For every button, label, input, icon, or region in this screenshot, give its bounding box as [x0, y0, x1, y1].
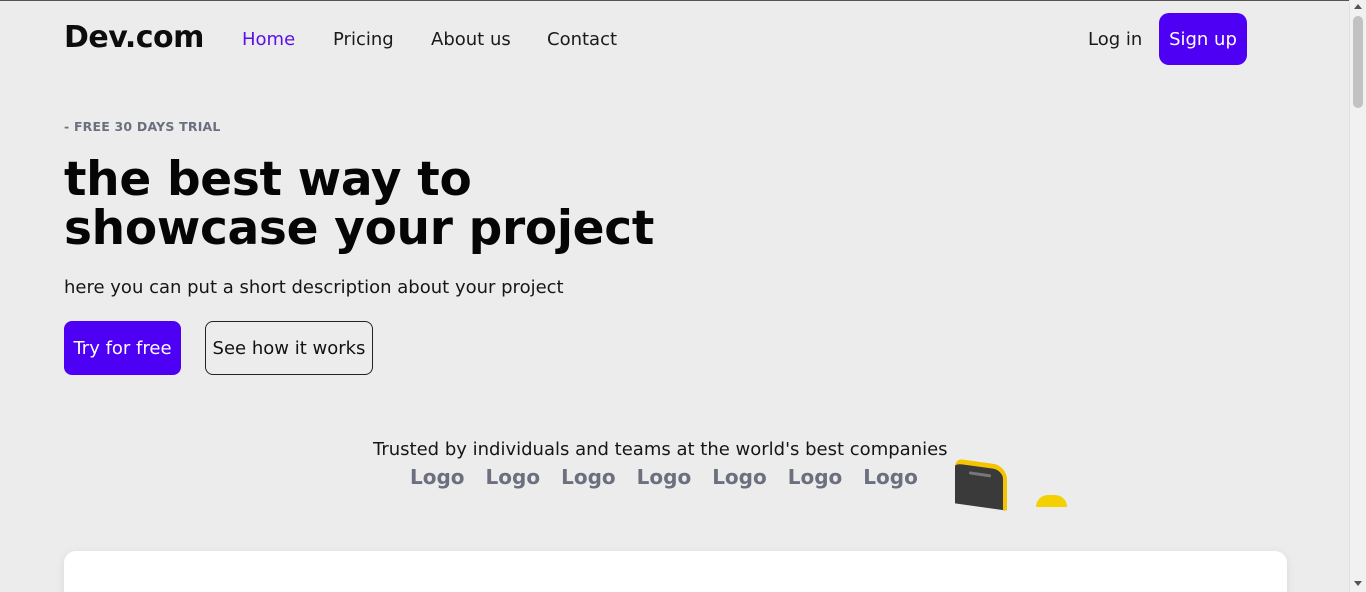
brand-logo[interactable]: Dev.com: [64, 20, 204, 55]
login-link[interactable]: Log in: [1088, 29, 1142, 50]
try-free-button[interactable]: Try for free: [64, 321, 181, 375]
nav-pricing-link[interactable]: Pricing: [333, 29, 394, 50]
see-how-it-works-button[interactable]: See how it works: [205, 321, 373, 375]
trusted-by-text: Trusted by individuals and teams at the …: [373, 439, 948, 460]
top-border: [0, 0, 1366, 1]
hero-eyebrow: - FREE 30 DAYS TRIAL: [64, 119, 221, 134]
company-logo: Logo: [636, 465, 692, 489]
company-logo: Logo: [863, 465, 918, 489]
phone-illustration-icon: [955, 458, 1007, 511]
signup-button[interactable]: Sign up: [1159, 13, 1247, 65]
company-logo: Logo: [561, 465, 616, 489]
scroll-down-arrow-icon[interactable]: [1354, 581, 1362, 586]
content-card: [64, 551, 1287, 592]
nav-about-link[interactable]: About us: [431, 29, 511, 50]
hero-description: here you can put a short description abo…: [64, 277, 564, 298]
company-logo: Logo: [787, 465, 843, 489]
nav-home-link[interactable]: Home: [242, 29, 295, 50]
company-logo: Logo: [410, 465, 465, 489]
vertical-scrollbar[interactable]: [1349, 0, 1366, 592]
company-logo: Logo: [485, 465, 541, 489]
company-logos: Logo Logo Logo Logo Logo Logo Logo: [410, 465, 918, 489]
phone-notch: [969, 471, 991, 478]
scrollbar-thumb[interactable]: [1353, 16, 1363, 108]
headline-line-1: the best way to: [64, 152, 472, 207]
scroll-up-arrow-icon[interactable]: [1354, 4, 1362, 9]
nav-contact-link[interactable]: Contact: [547, 29, 617, 50]
headline-line-2: showcase your project: [64, 201, 654, 256]
company-logo: Logo: [712, 465, 767, 489]
hero-headline: the best way to showcase your project: [64, 155, 684, 253]
yellow-circle-icon: [1036, 495, 1067, 507]
